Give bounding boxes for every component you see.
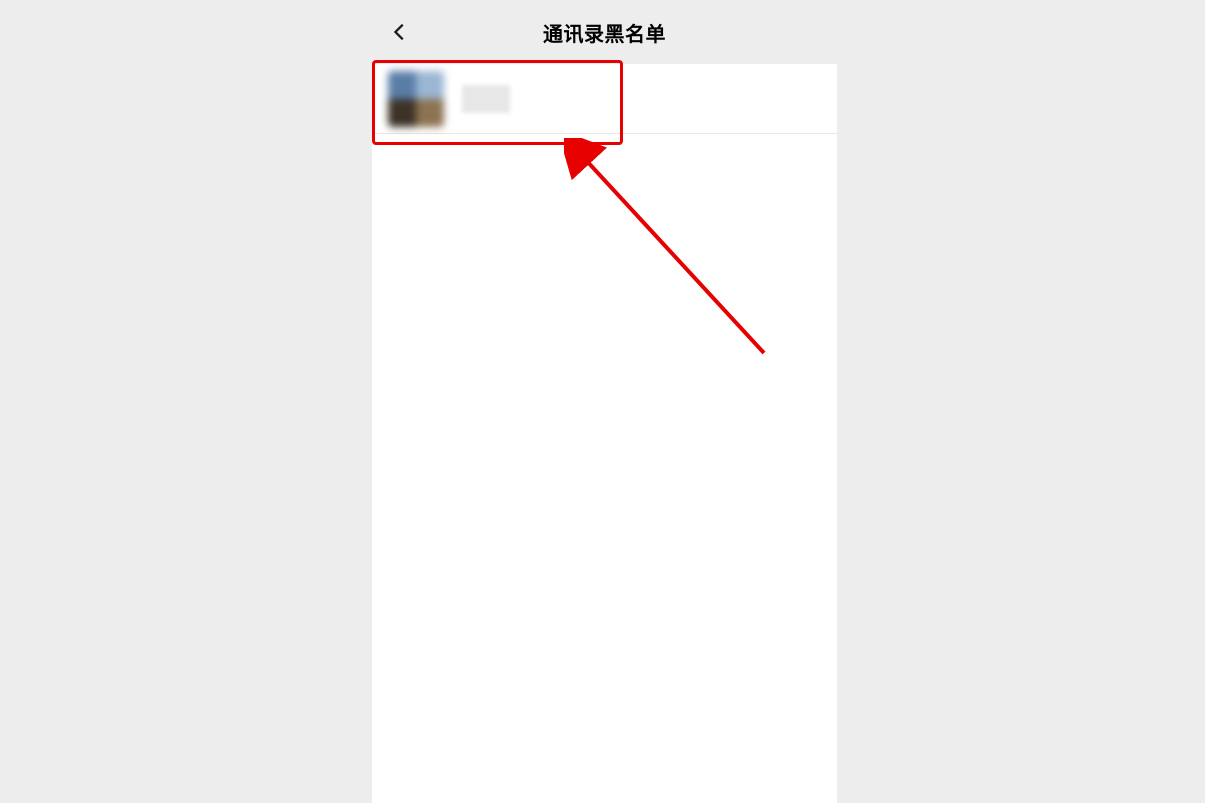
annotation-arrow [564,138,784,368]
page-title: 通讯录黑名单 [543,18,666,47]
blacklist-contacts [372,64,837,134]
contact-name [462,85,510,113]
back-button[interactable] [388,20,412,44]
app-screen: 通讯录黑名单 [372,0,837,803]
contact-row[interactable] [372,64,837,134]
header-bar: 通讯录黑名单 [372,0,837,64]
chevron-left-icon [389,21,411,43]
avatar [388,71,444,127]
